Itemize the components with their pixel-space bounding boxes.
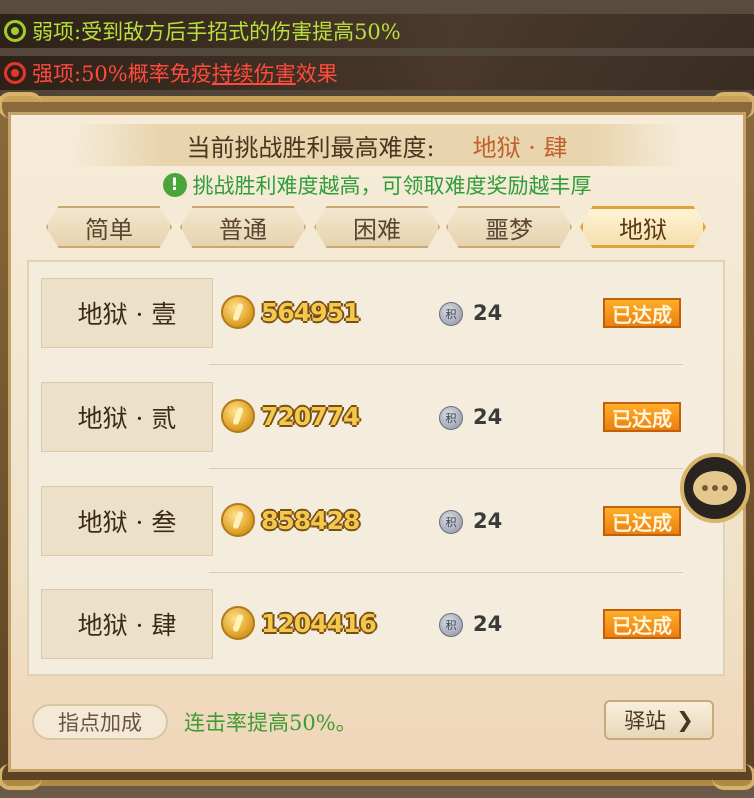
points-icon: 积 (439, 406, 463, 430)
strength-bar: 强项:50%概率免疫 持续伤害 效果 (0, 56, 754, 90)
tab-hell[interactable]: 地狱 (580, 206, 706, 248)
weakness-text: 弱项:受到敌方后手招式的伤害提高50% (32, 20, 401, 44)
reward-hint: ! 挑战胜利难度越高，可领取难度奖励越丰厚 (0, 170, 754, 200)
max-difficulty-label: 当前挑战胜利最高难度: (186, 133, 435, 162)
coin-icon (221, 399, 255, 433)
level-name: 地狱 · 叁 (41, 486, 213, 556)
level-row: 地狱 · 肆 1204416 积 24 已达成 (29, 573, 723, 676)
points-value: 24 (473, 509, 503, 533)
level-name: 地狱 · 壹 (41, 278, 213, 348)
difficulty-tabs: 简单 普通 困难 噩梦 地狱 (46, 206, 708, 250)
coin-icon (221, 503, 255, 537)
strength-text-suffix: 效果 (295, 62, 338, 86)
points-value: 24 (473, 301, 503, 325)
info-icon: ! (162, 173, 187, 197)
station-button-label: 驿站 (624, 709, 667, 733)
completed-badge[interactable]: 已达成 (603, 298, 681, 328)
coin-amount: 720774 (261, 401, 360, 431)
chat-button[interactable] (680, 453, 750, 523)
guidance-bonus-label: 指点加成 (32, 704, 168, 740)
tab-nightmare[interactable]: 噩梦 (446, 206, 572, 248)
weakness-bar: 弱项:受到敌方后手招式的伤害提高50% (0, 14, 754, 48)
max-difficulty-banner: 当前挑战胜利最高难度: 地狱 · 肆 (72, 124, 682, 166)
level-name: 地狱 · 肆 (41, 589, 213, 659)
points-value: 24 (473, 405, 503, 429)
max-difficulty-value: 地狱 · 肆 (472, 133, 568, 162)
level-row: 地狱 · 壹 564951 积 24 已达成 (29, 262, 723, 365)
completed-badge[interactable]: 已达成 (603, 402, 681, 432)
coin-amount: 564951 (261, 297, 360, 327)
chevron-right-icon: ❯ (676, 708, 694, 732)
station-button[interactable]: 驿站 ❯ (604, 700, 714, 740)
coin-amount: 858428 (261, 505, 360, 535)
level-row: 地狱 · 叁 858428 积 24 已达成 (29, 470, 723, 573)
points-icon: 积 (439, 302, 463, 326)
reward-hint-text: 挑战胜利难度越高，可领取难度奖励越丰厚 (192, 174, 592, 198)
target-icon (4, 20, 26, 42)
row-divider (209, 468, 683, 469)
guidance-bonus-text: 连击率提高50%。 (184, 711, 357, 735)
completed-badge[interactable]: 已达成 (603, 506, 681, 536)
row-divider (209, 364, 683, 365)
tab-easy[interactable]: 简单 (46, 206, 172, 248)
chat-icon (693, 471, 737, 505)
strength-text-highlight: 持续伤害 (211, 62, 296, 86)
points-icon: 积 (439, 613, 463, 637)
coin-amount: 1204416 (261, 608, 377, 638)
coin-icon (221, 606, 255, 640)
strength-text-prefix: 强项:50%概率免疫 (32, 62, 212, 86)
points-icon: 积 (439, 510, 463, 534)
level-list: 地狱 · 壹 564951 积 24 已达成 地狱 · 贰 720774 积 2… (27, 260, 725, 676)
tab-normal[interactable]: 普通 (180, 206, 306, 248)
level-name: 地狱 · 贰 (41, 382, 213, 452)
coin-icon (221, 295, 255, 329)
level-row: 地狱 · 贰 720774 积 24 已达成 (29, 366, 723, 469)
points-value: 24 (473, 612, 503, 636)
completed-badge[interactable]: 已达成 (603, 609, 681, 639)
tab-hard[interactable]: 困难 (314, 206, 440, 248)
target-icon (4, 62, 26, 84)
